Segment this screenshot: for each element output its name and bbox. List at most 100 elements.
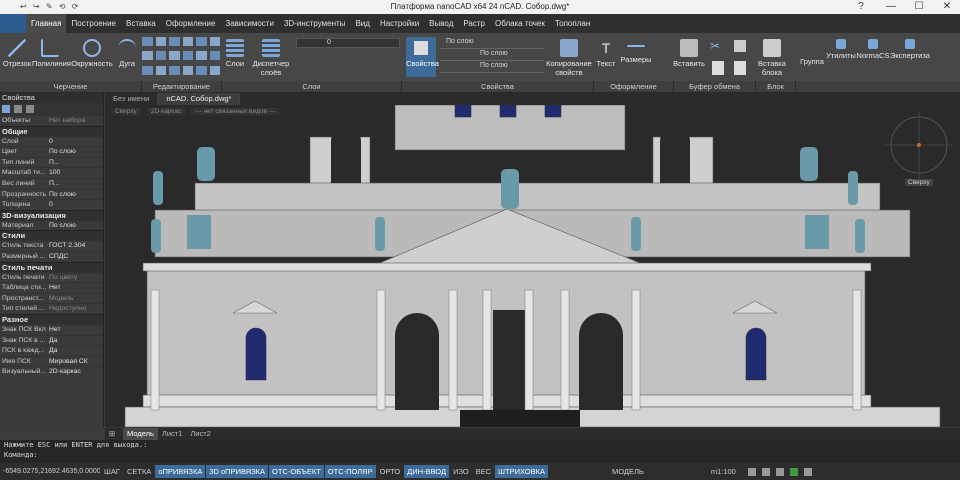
- hatch-icon[interactable]: [196, 65, 207, 75]
- property-row[interactable]: Материал По слою: [0, 219, 103, 231]
- status-toggle[interactable]: ИЗО: [450, 465, 472, 478]
- property-value[interactable]: 2D-каркас: [46, 367, 103, 377]
- tab-doc-sobor[interactable]: nCAD. Собор.dwg*: [158, 93, 241, 105]
- arc-button[interactable]: Дуга: [114, 39, 140, 68]
- property-value[interactable]: Нет: [46, 325, 103, 335]
- layer-dropdown[interactable]: 0: [296, 38, 400, 48]
- chamfer-icon[interactable]: [155, 65, 166, 75]
- drawing-viewport[interactable]: Сверху 2D-каркас --- нет связанных видов…: [105, 105, 960, 427]
- property-value[interactable]: По слою: [46, 221, 103, 231]
- status-toggle[interactable]: ШТРИХОВКА: [495, 465, 548, 478]
- property-row[interactable]: Имя ПСК Мировая СК: [0, 355, 103, 367]
- property-row[interactable]: Прозрачность По слою: [0, 188, 103, 200]
- zoom-icon[interactable]: [761, 467, 770, 476]
- property-value[interactable]: СПДС: [46, 252, 103, 262]
- pan-icon[interactable]: [747, 467, 756, 476]
- normacs-button[interactable]: NormaCS: [856, 39, 890, 60]
- tab-insert[interactable]: Вставка: [121, 14, 161, 33]
- property-row[interactable]: Визуальный... 2D-каркас: [0, 366, 103, 377]
- color-dropdown[interactable]: По слою: [440, 38, 544, 49]
- property-row[interactable]: Слой 0: [0, 135, 103, 147]
- tab-output[interactable]: Вывод: [424, 14, 458, 33]
- copy-clip-icon[interactable]: [734, 40, 746, 52]
- linked-views[interactable]: --- нет связанных видов ---: [191, 108, 280, 115]
- close-button[interactable]: ✕: [934, 1, 960, 12]
- tab-model[interactable]: Модель: [123, 428, 158, 440]
- status-toggle[interactable]: СЕТКА: [124, 465, 154, 478]
- orbit-icon[interactable]: [775, 467, 784, 476]
- match-icon[interactable]: [209, 65, 220, 75]
- property-value[interactable]: 0: [46, 200, 103, 210]
- property-row[interactable]: Масштаб ти... 100: [0, 167, 103, 178]
- tab-sheet2[interactable]: Лист2: [186, 428, 214, 440]
- property-row[interactable]: Цвет По слою: [0, 146, 103, 157]
- line-button[interactable]: Отрезок: [2, 39, 32, 68]
- minimize-button[interactable]: —: [878, 1, 904, 12]
- tab-point-clouds[interactable]: Облака точек: [490, 14, 550, 33]
- copy-base-icon[interactable]: [734, 61, 746, 75]
- sync-icon[interactable]: [789, 467, 798, 476]
- command-prompt[interactable]: Команда:: [0, 450, 960, 460]
- property-value[interactable]: ГОСТ 2.304: [46, 241, 103, 251]
- model-space-label[interactable]: МОДЕЛЬ: [609, 465, 647, 478]
- tab-build[interactable]: Построение: [66, 14, 121, 33]
- objects-row[interactable]: Объекты Нет набора: [0, 115, 103, 126]
- section-header[interactable]: Общие: [0, 125, 103, 136]
- view-direction[interactable]: Сверху: [111, 108, 141, 115]
- tab-home[interactable]: Главная: [26, 14, 67, 33]
- offset-icon[interactable]: [182, 51, 193, 61]
- tab-annotate[interactable]: Оформление: [161, 14, 221, 33]
- section-header[interactable]: Стиль печати: [0, 261, 103, 272]
- copy-icon[interactable]: [209, 37, 220, 46]
- join-icon[interactable]: [182, 65, 193, 75]
- tab-settings[interactable]: Настройки: [375, 14, 424, 33]
- quick-select-icon[interactable]: [14, 105, 22, 113]
- select-icon[interactable]: [2, 105, 10, 113]
- paste-special-icon[interactable]: [712, 61, 724, 75]
- tab-view[interactable]: Вид: [350, 14, 374, 33]
- scissors-icon[interactable]: ✂: [710, 39, 720, 53]
- expertise-button[interactable]: Экспертиза: [890, 39, 930, 60]
- array-icon[interactable]: [209, 51, 220, 61]
- property-row[interactable]: Стиль печати По цвету: [0, 271, 103, 283]
- polyline-button[interactable]: Полилиния: [32, 39, 71, 68]
- property-row[interactable]: Вес линий П...: [0, 177, 103, 189]
- fullscreen-icon[interactable]: [803, 467, 812, 476]
- layers-button[interactable]: Слои: [222, 39, 248, 68]
- property-row[interactable]: Толщина 0: [0, 199, 103, 210]
- tab-doc-untitled[interactable]: Без имени: [105, 93, 159, 105]
- property-value[interactable]: По слою: [46, 147, 103, 157]
- section-header[interactable]: Стили: [0, 230, 103, 241]
- status-toggle[interactable]: ШАГ: [101, 465, 123, 478]
- tab-topoplan[interactable]: Топоплан: [550, 14, 595, 33]
- status-toggle[interactable]: оПРИВЯЗКА: [155, 465, 206, 478]
- property-value[interactable]: Мировая СК: [46, 357, 103, 367]
- property-value[interactable]: П...: [46, 179, 103, 189]
- fillet-icon[interactable]: [196, 51, 207, 61]
- property-value[interactable]: Модель: [46, 294, 103, 304]
- insert-block-button[interactable]: Вставка блока: [756, 39, 788, 77]
- layout-scroll-icon[interactable]: ⊞: [105, 428, 123, 440]
- property-value[interactable]: 100: [46, 168, 103, 178]
- status-toggle[interactable]: 3D оПРИВЯЗКА: [206, 465, 269, 478]
- property-value[interactable]: По цвету: [46, 273, 103, 283]
- property-row[interactable]: Размерный ... СПДС: [0, 250, 103, 262]
- annotation-scale[interactable]: m1:100: [708, 465, 739, 478]
- scale-icon[interactable]: [155, 51, 166, 61]
- layer-manager-button[interactable]: Диспетчер слоёв: [248, 39, 294, 77]
- tab-3d-tools[interactable]: 3D-инструменты: [279, 14, 351, 33]
- rotate-icon[interactable]: [155, 37, 166, 46]
- text-button[interactable]: T Текст: [594, 39, 618, 68]
- status-toggle[interactable]: ВЕС: [473, 465, 494, 478]
- property-value[interactable]: Нет: [46, 283, 103, 293]
- property-row[interactable]: Знак ПСК в ... Да: [0, 334, 103, 346]
- group-button[interactable]: Группа: [798, 39, 826, 66]
- property-row[interactable]: Тип стилей ... Недоступно: [0, 303, 103, 314]
- maximize-button[interactable]: ☐: [906, 1, 932, 12]
- property-value[interactable]: По слою: [46, 190, 103, 200]
- property-value[interactable]: 0: [46, 137, 103, 147]
- copy-properties-button[interactable]: Копирование свойств: [546, 39, 592, 77]
- move-icon[interactable]: [142, 37, 153, 46]
- viewcube-label[interactable]: Сверху: [905, 179, 933, 186]
- tab-sheet1[interactable]: Лист1: [158, 428, 186, 440]
